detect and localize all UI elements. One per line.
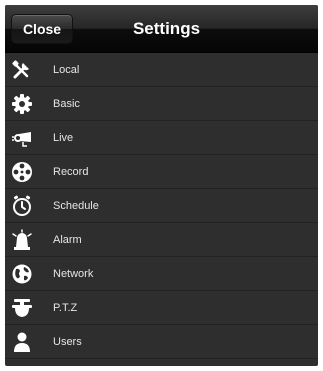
menu-item-ptz[interactable]: P.T.Z <box>5 291 318 325</box>
menu-item-label: Schedule <box>53 199 99 212</box>
menu-item-label: Record <box>53 165 89 178</box>
menu-item-label: Live <box>53 131 74 144</box>
menu-item-label: Network <box>53 267 94 280</box>
menu-item-label: Local <box>53 63 80 76</box>
settings-list: Local Basic Live Record Schedule Alarm N… <box>5 53 318 359</box>
gear-icon <box>11 93 33 115</box>
menu-item-record[interactable]: Record <box>5 155 318 189</box>
menu-item-label: Alarm <box>53 233 82 246</box>
close-button[interactable]: Close <box>11 14 73 44</box>
clock-icon <box>11 195 33 217</box>
menu-item-basic[interactable]: Basic <box>5 87 318 121</box>
menu-item-label: Basic <box>53 97 80 110</box>
navigation-bar: Settings Close <box>5 5 318 53</box>
dome-camera-icon <box>11 297 33 319</box>
menu-item-local[interactable]: Local <box>5 53 318 87</box>
menu-item-label: P.T.Z <box>53 301 78 314</box>
tools-icon <box>11 59 33 81</box>
menu-item-label: Users <box>53 335 82 348</box>
menu-item-alarm[interactable]: Alarm <box>5 223 318 257</box>
menu-item-users[interactable]: Users <box>5 325 318 359</box>
camera-icon <box>11 127 33 149</box>
menu-item-network[interactable]: Network <box>5 257 318 291</box>
alarm-icon <box>11 228 33 251</box>
globe-icon <box>11 263 33 285</box>
menu-item-live[interactable]: Live <box>5 121 318 155</box>
settings-screen: Settings Close Local Basic Live Record S… <box>5 5 318 366</box>
film-reel-icon <box>11 161 33 183</box>
menu-item-schedule[interactable]: Schedule <box>5 189 318 223</box>
user-icon <box>11 331 33 353</box>
